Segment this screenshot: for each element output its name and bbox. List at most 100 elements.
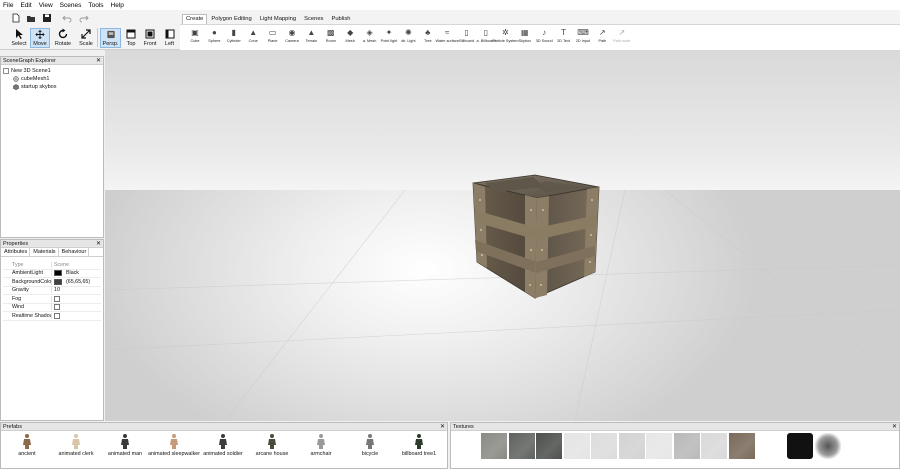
texture-thumbnail[interactable] bbox=[481, 433, 507, 459]
tool-scale[interactable]: Scale bbox=[77, 28, 95, 48]
property-value[interactable]: Black bbox=[51, 270, 101, 277]
prefab-thumbnail-icon bbox=[366, 434, 374, 449]
scene-icon bbox=[3, 68, 9, 74]
texture-thumbnail[interactable] bbox=[563, 433, 590, 459]
create-sphere-button[interactable]: ● Sphere bbox=[205, 28, 223, 50]
prefab-item[interactable]: bicycle bbox=[344, 433, 396, 457]
texture-thumbnail[interactable] bbox=[618, 433, 645, 459]
tab-light-mapping[interactable]: Light Mapping bbox=[256, 14, 300, 24]
texture-thumbnail[interactable] bbox=[701, 433, 727, 459]
tab-create[interactable]: Create bbox=[182, 14, 208, 24]
create-path-button[interactable]: ↗ Path bbox=[593, 28, 611, 50]
create-dir-light-button[interactable]: ✺ dir. Light bbox=[399, 28, 417, 50]
prefab-item[interactable]: animated soldier bbox=[197, 433, 249, 457]
realtime-shadows-checkbox[interactable] bbox=[54, 312, 60, 319]
tool-select[interactable]: Select bbox=[10, 28, 28, 48]
tool-rotate[interactable]: Rotate bbox=[53, 28, 73, 48]
create-room-button[interactable]: ▩ Room bbox=[322, 28, 340, 50]
menu-view[interactable]: View bbox=[39, 2, 53, 9]
prefab-item[interactable]: armchair bbox=[295, 433, 347, 457]
texture-thumbnail[interactable] bbox=[815, 433, 841, 459]
open-file-button[interactable] bbox=[25, 12, 37, 23]
create-skybox-button[interactable]: ▦ Skybox bbox=[516, 28, 534, 50]
texture-thumbnail[interactable] bbox=[787, 433, 813, 459]
view-left[interactable]: Left bbox=[161, 28, 178, 48]
property-value bbox=[51, 295, 101, 302]
view-top[interactable]: Top bbox=[123, 28, 139, 48]
create-3d-sound-button[interactable]: ♪ 3D Sound bbox=[535, 28, 553, 50]
create-2d-text-button[interactable]: T 2D Text bbox=[555, 28, 573, 50]
color-swatch[interactable] bbox=[54, 270, 62, 277]
undo-button[interactable] bbox=[61, 12, 73, 23]
wind-checkbox[interactable] bbox=[54, 304, 60, 311]
prefab-item[interactable]: billboard tree1 bbox=[393, 433, 445, 457]
close-icon[interactable]: ✕ bbox=[96, 240, 101, 248]
tree-item-cubemesh[interactable]: cubeMesh1 bbox=[13, 76, 49, 82]
create-mesh-button[interactable]: ◆ Mesh bbox=[341, 28, 359, 50]
menu-scenes[interactable]: Scenes bbox=[60, 2, 82, 9]
menu-edit[interactable]: Edit bbox=[20, 2, 31, 9]
create-cone-button[interactable]: ▲ Cone bbox=[244, 28, 262, 50]
tree-item-scene[interactable]: New 3D Scene1 bbox=[3, 68, 51, 74]
tree-item-skybox[interactable]: startup skybox bbox=[13, 84, 56, 90]
texture-thumbnail[interactable] bbox=[508, 433, 535, 459]
create-cube-button[interactable]: ▣ Cube bbox=[186, 28, 204, 50]
texture-thumbnail[interactable] bbox=[591, 433, 617, 459]
tool-scale-label: Scale bbox=[79, 41, 93, 47]
menu-file[interactable]: File bbox=[3, 2, 13, 9]
create-billboard-button[interactable]: ▯ Billboard bbox=[458, 28, 476, 50]
tab-behaviour[interactable]: Behaviour bbox=[59, 248, 90, 256]
prefab-item[interactable]: ancient bbox=[1, 433, 53, 457]
property-value[interactable]: (65,65,65) bbox=[51, 278, 101, 285]
property-value[interactable]: 10 bbox=[51, 287, 101, 294]
property-row-fog[interactable]: Fog bbox=[3, 295, 101, 304]
tab-publish[interactable]: Publish bbox=[327, 14, 354, 24]
create-2d-input-button[interactable]: ⌨ 2D Input bbox=[574, 28, 592, 50]
color-swatch[interactable] bbox=[54, 278, 62, 285]
save-button[interactable] bbox=[41, 12, 53, 23]
close-icon[interactable]: ✕ bbox=[96, 57, 101, 65]
fog-checkbox[interactable] bbox=[54, 295, 60, 302]
close-icon[interactable]: ✕ bbox=[892, 423, 897, 431]
property-row-backgroundcolor[interactable]: BackgroundColor (65,65,65) bbox=[3, 278, 101, 287]
tab-scenes[interactable]: Scenes bbox=[300, 14, 327, 24]
prefab-item[interactable]: animated clerk bbox=[50, 433, 102, 457]
create-terrain-button[interactable]: ▲ Terrain bbox=[302, 28, 320, 50]
close-icon[interactable]: ✕ bbox=[440, 423, 445, 431]
3d-viewport[interactable] bbox=[105, 50, 900, 421]
texture-thumbnail[interactable] bbox=[536, 433, 562, 459]
create-camera-button[interactable]: ◉ Camera bbox=[283, 28, 301, 50]
terrain-icon: ▲ bbox=[307, 28, 316, 37]
property-row-gravity[interactable]: Gravity 10 bbox=[3, 287, 101, 295]
create-a-mesh-button[interactable]: ◈ a. Mesh bbox=[361, 28, 379, 50]
tab-materials[interactable]: Materials bbox=[30, 248, 59, 256]
view-front[interactable]: Front bbox=[141, 28, 159, 48]
view-perspective[interactable]: Persp. bbox=[100, 28, 121, 48]
crate-mesh[interactable] bbox=[472, 174, 600, 299]
menu-tools[interactable]: Tools bbox=[88, 2, 103, 9]
tool-move[interactable]: Move bbox=[30, 28, 50, 48]
create-cylinder-button[interactable]: ▮ Cylinder bbox=[225, 28, 243, 50]
create-path-node-button[interactable]: ↗ Path node bbox=[613, 28, 631, 50]
view-top-icon bbox=[126, 29, 136, 39]
prefab-item[interactable]: animated man bbox=[99, 433, 151, 457]
prefab-item[interactable]: animated sleepwalker bbox=[148, 433, 200, 457]
texture-thumbnail[interactable] bbox=[646, 433, 672, 459]
create-tree-button[interactable]: ♣ Tree bbox=[419, 28, 437, 50]
property-row-wind[interactable]: Wind bbox=[3, 304, 101, 312]
property-row-ambientlight[interactable]: AmbientLight Black bbox=[3, 270, 101, 278]
create-particle-system-button[interactable]: ✲ Particle System bbox=[492, 28, 518, 50]
tab-polygon-editing[interactable]: Polygon Editing bbox=[207, 14, 255, 24]
menu-help[interactable]: Help bbox=[111, 2, 124, 9]
prefab-item[interactable]: arcane house bbox=[246, 433, 298, 457]
texture-thumbnail[interactable] bbox=[728, 433, 755, 459]
texture-thumbnail[interactable] bbox=[673, 433, 700, 459]
create-water-surface-button[interactable]: ≈ Water surface bbox=[435, 28, 459, 50]
create-plane-button[interactable]: ▭ Plane bbox=[264, 28, 282, 50]
create-point-light-button[interactable]: ✦ Point light bbox=[380, 28, 398, 50]
tab-attributes[interactable]: Attributes bbox=[1, 248, 31, 256]
new-file-button[interactable] bbox=[10, 12, 22, 23]
redo-button[interactable] bbox=[78, 12, 90, 23]
property-row-realtime-shadows[interactable]: Realtime Shadows bbox=[3, 312, 101, 321]
create-item-label: a. Mesh bbox=[362, 39, 377, 43]
